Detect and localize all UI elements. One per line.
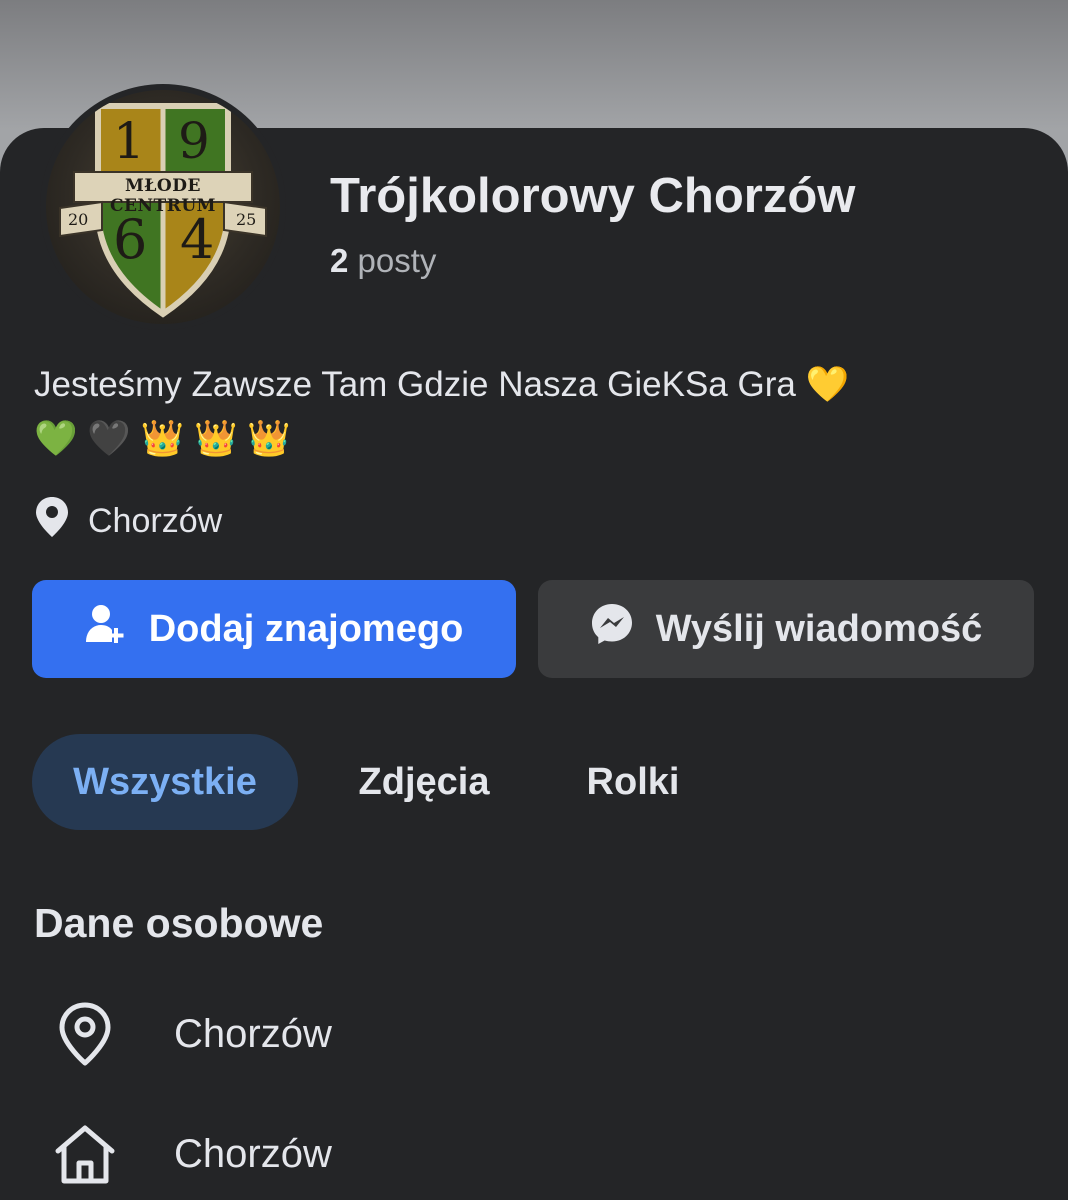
yellow-heart-emoji: 💛 [805, 365, 850, 405]
avatar-image: 1 9 MŁODE CENTRUM 20 25 6 4 [46, 90, 280, 324]
location-label: Chorzów [88, 501, 223, 540]
profile-bio: Jesteśmy Zawsze Tam Gdzie Nasza GieKSa G… [34, 358, 1024, 466]
tab-photos[interactable]: Zdjęcia [326, 734, 522, 830]
detail-location-label: Chorzów [174, 1011, 332, 1056]
map-pin-outline-icon [50, 1001, 120, 1067]
profile-name: Trójkolorowy Chorzów [330, 169, 856, 223]
avatar-digit-1: 1 [113, 112, 145, 170]
profile-location: Chorzów [34, 496, 223, 547]
post-count-number: 2 [330, 242, 349, 279]
avatar-year-left: 20 [68, 210, 89, 229]
add-friend-label: Dodaj znajomego [148, 607, 464, 650]
crown-emoji: 👑 [247, 419, 291, 459]
messenger-icon [590, 602, 634, 656]
post-count: 2 posty [330, 242, 436, 280]
avatar-year-right: 25 [236, 210, 257, 229]
send-message-button[interactable]: Wyślij wiadomość [538, 580, 1034, 678]
avatar-digit-4: 4 [180, 208, 215, 271]
add-friend-button[interactable]: Dodaj znajomego [32, 580, 516, 678]
crown-emoji: 👑 [140, 419, 185, 459]
tab-all[interactable]: Wszystkie [32, 734, 298, 830]
tab-reels[interactable]: Rolki [560, 734, 706, 830]
section-title-personal-details: Dane osobowe [34, 900, 324, 946]
home-icon [50, 1123, 120, 1185]
post-count-label: posty [357, 242, 437, 279]
crown-emoji: 👑 [193, 419, 238, 459]
avatar-banner-text: MŁODE CENTRUM [110, 176, 216, 216]
detail-row-location[interactable]: Chorzów [50, 994, 332, 1074]
green-heart-emoji: 💚 [34, 419, 78, 459]
black-heart-emoji: 🖤 [87, 419, 131, 459]
detail-row-hometown[interactable]: Chorzów [50, 1114, 332, 1194]
send-message-label: Wyślij wiadomość [655, 607, 983, 650]
avatar-digit-6: 6 [113, 208, 148, 271]
map-pin-filled-icon [34, 496, 70, 547]
avatar-digit-9: 9 [178, 112, 210, 170]
detail-hometown-label: Chorzów [174, 1131, 332, 1176]
profile-avatar[interactable]: 1 9 MŁODE CENTRUM 20 25 6 4 [40, 84, 286, 330]
add-person-icon [85, 604, 127, 654]
bio-text: Jesteśmy Zawsze Tam Gdzie Nasza GieKSa G… [34, 365, 796, 404]
